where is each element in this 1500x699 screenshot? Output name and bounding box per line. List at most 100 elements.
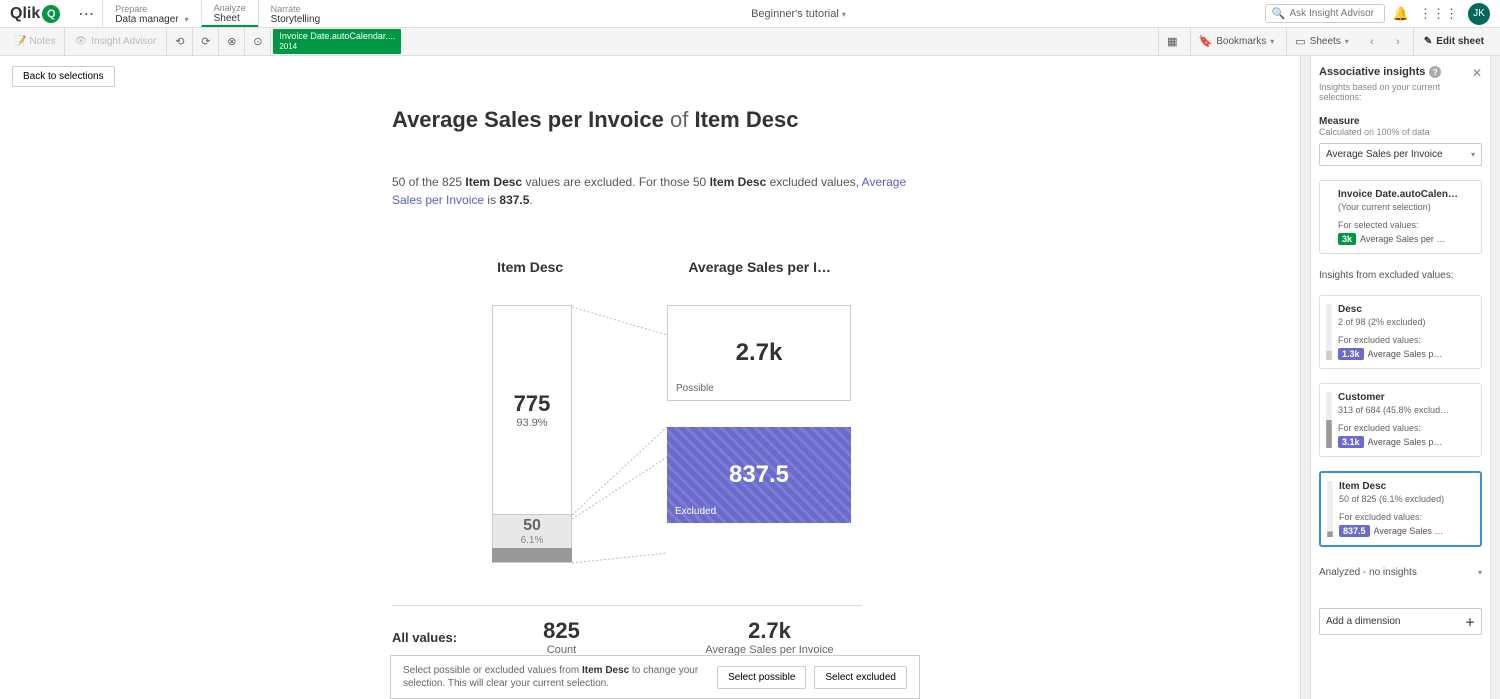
grid-icon: ▦ <box>1167 35 1177 48</box>
panel-subtitle: Insights based on your current selection… <box>1319 82 1482 102</box>
next-sheet-icon[interactable]: › <box>1387 36 1409 48</box>
box-excluded[interactable]: 837.5 Excluded <box>667 427 851 523</box>
metric-badge: 3k <box>1338 233 1356 245</box>
app-title[interactable]: Beginner's tutorial ▾ <box>332 8 1265 20</box>
smart-search-icon[interactable]: ⊙ <box>245 28 271 55</box>
page-title: Average Sales per Invoice of Item Desc <box>392 107 1300 133</box>
sheets-icon: ▭ <box>1295 35 1305 48</box>
panel-title: Associative insights <box>1319 66 1425 78</box>
measure-select[interactable]: Average Sales per Invoice ▾ <box>1319 143 1482 166</box>
eye-icon: 👁 <box>75 36 88 47</box>
select-possible-button[interactable]: Select possible <box>717 666 806 689</box>
avatar[interactable]: JK <box>1468 3 1490 25</box>
possible-avg: 2.7k <box>736 339 783 367</box>
selection-back-icon[interactable]: ⟲ <box>167 28 193 55</box>
excluded-avg: 837.5 <box>729 461 789 489</box>
insight-card-desc[interactable]: Desc 2 of 98 (2% excluded) For excluded … <box>1319 295 1482 369</box>
scrollbar[interactable] <box>1300 56 1310 699</box>
more-menu-icon[interactable]: ⋯ <box>70 4 102 24</box>
all-values-row: All values: 825 Count 2.7k Average Sales… <box>392 605 862 656</box>
tab-label-top: Prepare <box>115 4 188 14</box>
measure-label: Measure <box>1319 116 1482 127</box>
bar-excluded[interactable]: 50 6.1% <box>492 515 572 563</box>
connector-lines <box>572 305 667 585</box>
search-input[interactable] <box>1290 8 1380 19</box>
summary-text: 50 of the 825 Item Desc values are exclu… <box>392 173 912 209</box>
stacked-bar: 775 93.9% 50 6.1% <box>492 305 572 585</box>
scrollbar[interactable] <box>1490 56 1500 699</box>
chevron-down-icon: ▾ <box>842 10 846 19</box>
selection-forward-icon[interactable]: ⟳ <box>193 28 219 55</box>
measure-sublabel: Calculated on 100% of data <box>1319 127 1482 137</box>
all-values-avg: 2.7k Average Sales per Invoice <box>677 618 862 656</box>
metric-badge: 1.3k <box>1338 348 1364 360</box>
main-area: Back to selections Average Sales per Inv… <box>0 56 1500 699</box>
tab-label-top: Narrate <box>271 4 320 14</box>
app-launcher-icon[interactable]: ⋮⋮⋮ <box>1419 6 1458 22</box>
notifications-icon[interactable]: 🔔 <box>1393 6 1409 22</box>
excluded-count: 50 <box>523 517 541 535</box>
possible-label: Possible <box>676 383 714 394</box>
selection-pill-field: Invoice Date.autoCalendar.... <box>279 31 395 42</box>
sparkline-icon <box>1324 304 1334 360</box>
nav-tabs: Prepare Data manager ▾ Analyze Sheet Narr… <box>102 0 332 27</box>
chevron-down-icon: ▾ <box>1345 37 1349 46</box>
column-header-measure: Average Sales per I… <box>688 259 862 275</box>
selections-tool-icon[interactable]: ▦ <box>1158 28 1185 55</box>
insight-card-current-selection[interactable]: Invoice Date.autoCalen… (Your current se… <box>1319 180 1482 254</box>
help-icon[interactable]: ? <box>1429 66 1441 78</box>
all-values-label: All values: <box>392 630 466 645</box>
tab-label-top: Analyze <box>214 3 246 13</box>
search-icon: 🔍 <box>1272 7 1286 20</box>
excluded-pct: 6.1% <box>521 535 544 546</box>
edit-sheet-button[interactable]: ✎Edit sheet <box>1413 28 1494 55</box>
analyzed-no-insights[interactable]: Analyzed - no insights ▾ <box>1319 567 1482 578</box>
tab-label-bottom: Storytelling <box>271 14 320 25</box>
box-possible[interactable]: 2.7k Possible <box>667 305 851 401</box>
back-to-selections-button[interactable]: Back to selections <box>12 66 115 87</box>
top-icons: 🔔 ⋮⋮⋮ JK <box>1393 3 1500 25</box>
all-values-count: 825 Count <box>506 618 617 656</box>
possible-count: 775 <box>514 391 551 417</box>
selection-pill[interactable]: Invoice Date.autoCalendar.... 2014 <box>273 29 401 53</box>
tab-narrate[interactable]: Narrate Storytelling <box>258 0 332 27</box>
bookmark-icon: 🔖 <box>1199 35 1213 48</box>
column-header-dimension: Item Desc <box>452 259 608 275</box>
chevron-down-icon: ▾ <box>185 15 189 24</box>
selection-pill-value: 2014 <box>279 42 395 52</box>
select-excluded-button[interactable]: Select excluded <box>814 666 907 689</box>
insight-advisor-button[interactable]: 👁Insight Advisor <box>65 28 168 55</box>
detail-pane: Back to selections Average Sales per Inv… <box>0 56 1300 699</box>
pencil-icon: ✎ <box>1424 36 1432 47</box>
chevron-down-icon: ▾ <box>1478 568 1482 577</box>
metric-badge: 3.1k <box>1338 436 1364 448</box>
close-icon[interactable]: ✕ <box>1472 66 1482 80</box>
possible-pct: 93.9% <box>516 417 547 429</box>
bookmarks-button[interactable]: 🔖Bookmarks▾ <box>1190 28 1283 55</box>
tab-analyze[interactable]: Analyze Sheet <box>201 0 258 27</box>
top-bar: Qlik Q ⋯ Prepare Data manager ▾ Analyze S… <box>0 0 1500 28</box>
add-dimension-button[interactable]: Add a dimension ＋ <box>1319 608 1482 635</box>
brand-icon: Q <box>42 5 60 23</box>
bar-base <box>492 548 572 562</box>
selection-clear-icon[interactable]: ⊗ <box>219 28 245 55</box>
sheets-button[interactable]: ▭Sheets▾ <box>1286 28 1357 55</box>
tab-prepare[interactable]: Prepare Data manager ▾ <box>102 0 200 27</box>
tab-label-bottom: Data manager <box>115 14 178 25</box>
prev-sheet-icon[interactable]: ‹ <box>1361 36 1383 48</box>
notes-button[interactable]: 📝Notes <box>6 28 65 55</box>
selection-action-bar: Select possible or excluded values from … <box>390 655 920 699</box>
brand-text: Qlik <box>10 5 40 23</box>
value-link[interactable]: 837.5 <box>499 193 529 207</box>
metric-badge: 837.5 <box>1339 525 1370 537</box>
search-insight-advisor[interactable]: 🔍 <box>1265 4 1385 23</box>
selection-tools: ⟲ ⟳ ⊗ ⊙ <box>167 28 271 55</box>
insight-card-item-desc[interactable]: Item Desc 50 of 825 (6.1% excluded) For … <box>1319 471 1482 547</box>
brand-logo[interactable]: Qlik Q <box>0 5 70 23</box>
note-icon: 📝 <box>14 36 26 47</box>
bar-possible[interactable]: 775 93.9% <box>492 305 572 515</box>
insight-card-customer[interactable]: Customer 313 of 684 (45.8% exclud… For e… <box>1319 383 1482 457</box>
chart-area: Item Desc Average Sales per I… 775 93.9%… <box>392 259 862 699</box>
plus-icon: ＋ <box>1465 614 1475 629</box>
associative-insights-panel: ✕ Associative insights ? Insights based … <box>1310 56 1490 699</box>
